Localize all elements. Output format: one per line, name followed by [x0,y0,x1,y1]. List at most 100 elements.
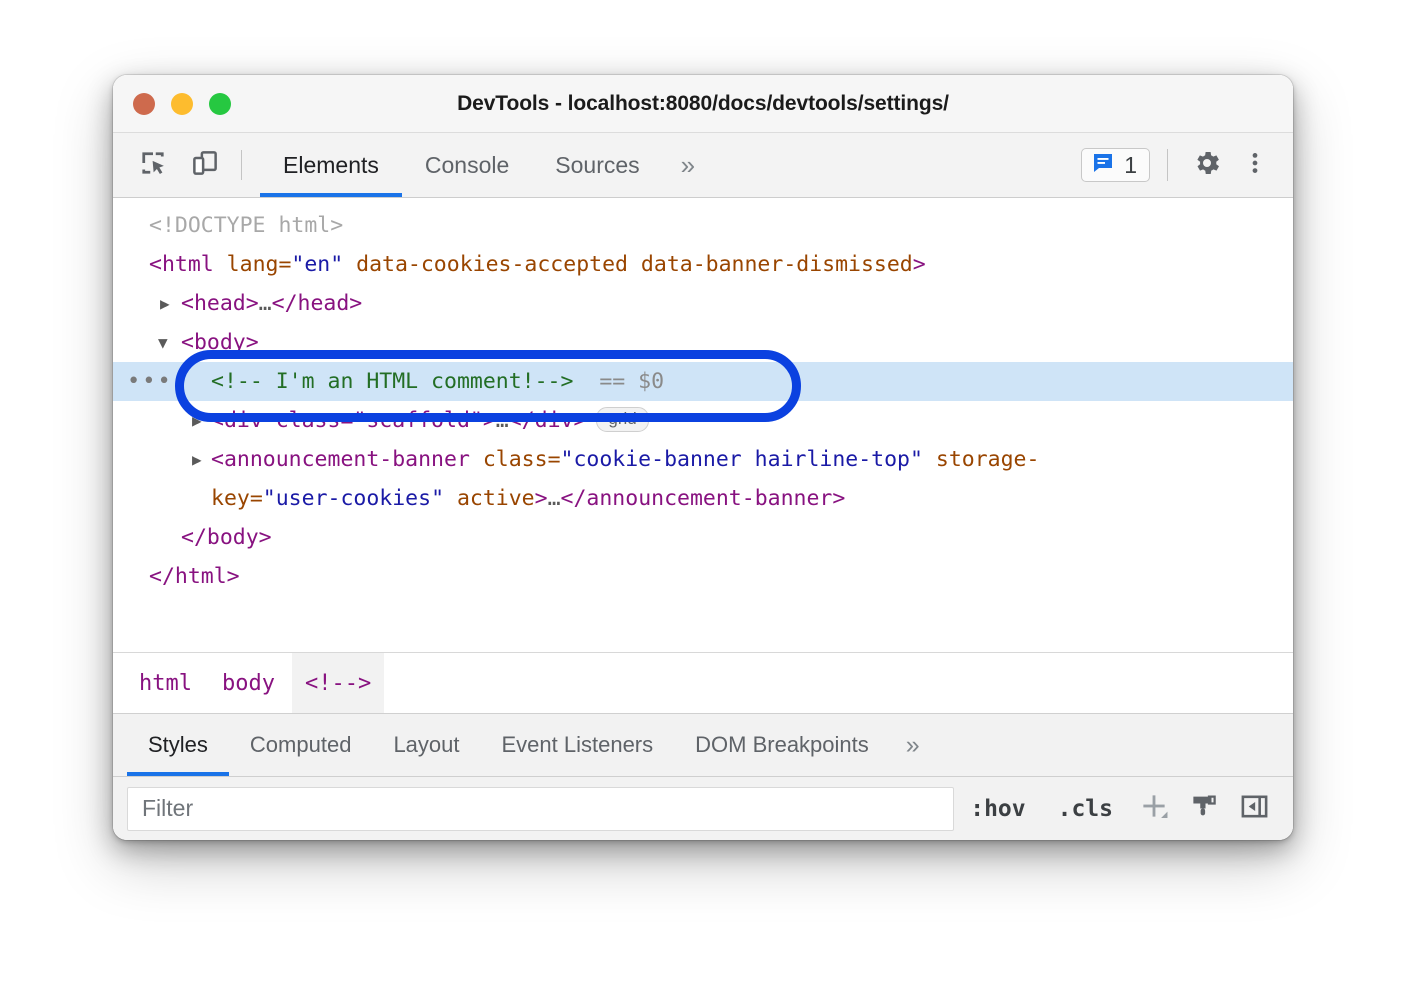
tab-event-listeners[interactable]: Event Listeners [481,714,675,776]
tab-computed-label: Computed [250,732,352,758]
grid-badge[interactable]: grid [596,407,648,432]
toggle-sidebar-icon [1239,791,1270,827]
screenshot-stage: DevTools - localhost:8080/docs/devtools/… [0,0,1404,986]
dom-tree[interactable]: <!DOCTYPE html> <html lang="en" data-coo… [113,198,1293,653]
body-tag-open: <body [181,330,246,355]
more-sidebar-tabs-button[interactable]: » [890,714,936,776]
breadcrumb-item-comment[interactable]: <!--> [292,653,384,713]
toolbar-right-divider [1167,149,1168,181]
dom-row-body-open[interactable]: ▼ <body> [113,323,1293,362]
gear-icon [1192,148,1222,183]
dom-row-announcement-banner-wrap[interactable]: key="user-cookies" active>…</announcemen… [113,479,1293,518]
announcement-banner-ellipsis: … [548,486,561,511]
head-tag-close: </head> [272,291,363,316]
announcement-banner-close-bracket: > [535,486,548,511]
tab-sources[interactable]: Sources [532,133,662,197]
dom-row-doctype[interactable]: <!DOCTYPE html> [113,206,1293,245]
breadcrumb-item-body[interactable]: body [209,653,288,713]
breadcrumb-item-body-label: body [222,671,275,696]
close-window-button[interactable] [133,93,155,115]
chevron-double-right-icon: » [681,150,695,181]
tab-console[interactable]: Console [402,133,532,197]
device-toolbar-button[interactable] [179,133,231,197]
tab-console-label: Console [425,152,509,179]
kebab-menu-icon [1242,150,1268,181]
device-toolbar-icon [190,148,220,183]
html-tag-close-bracket: > [913,252,926,277]
more-panels-button[interactable]: » [663,133,713,197]
collapse-body-triangle[interactable]: ▼ [158,323,168,362]
dom-row-comment[interactable]: ••• <!-- I'm an HTML comment!--> == $0 [113,362,1293,401]
body-closing-tag: </body> [181,525,272,550]
new-style-rule-button[interactable] [1129,787,1179,831]
html-tag-open: <html [149,252,214,277]
cls-button-label: .cls [1058,796,1113,822]
filter-input[interactable] [127,787,954,831]
html-comment-text: <!-- I'm an HTML comment!--> [211,369,573,394]
hov-button-label: :hov [970,796,1025,822]
html-attr-lang-value: "en" [291,252,343,277]
breadcrumb-item-html[interactable]: html [126,653,205,713]
expand-announcement-banner-triangle[interactable]: ▶ [192,440,202,479]
tab-computed[interactable]: Computed [229,714,373,776]
devtools-window: DevTools - localhost:8080/docs/devtools/… [113,75,1293,840]
console-message-count: 1 [1124,154,1137,177]
chevron-double-right-icon: » [906,731,920,760]
tab-styles[interactable]: Styles [127,714,229,776]
row-actions-dots[interactable]: ••• [127,371,173,393]
dom-row-scaffold-div[interactable]: ▶<div class="scaffold">…</div>grid [113,401,1293,440]
announcement-banner-tag: <announcement-banner [211,447,470,472]
scaffold-div-ellipsis: … [496,408,509,433]
tab-layout[interactable]: Layout [372,714,480,776]
expand-head-triangle[interactable]: ▶ [160,284,170,323]
inspect-element-button[interactable] [127,133,179,197]
toolbar-divider [241,150,242,180]
announcement-banner-class-value: "cookie-banner hairline-top" [561,447,923,472]
settings-button[interactable] [1185,143,1229,187]
selected-node-ref [573,369,599,394]
tab-elements-label: Elements [283,152,379,179]
announcement-banner-storage-key-name-part1: storage- [923,447,1040,472]
dom-row-body-close[interactable]: </body> [113,518,1293,557]
tab-elements[interactable]: Elements [260,133,402,197]
tab-dom-breakpoints-label: DOM Breakpoints [695,732,869,758]
dom-row-announcement-banner[interactable]: ▶ <announcement-banner class="cookie-bann… [113,440,1293,479]
inspect-element-icon [138,148,168,183]
breadcrumb-item-html-label: html [139,671,192,696]
html-attr-banner-name: data-banner-dismissed [628,252,913,277]
tab-sources-label: Sources [555,152,639,179]
dom-row-html-open[interactable]: <html lang="en" data-cookies-accepted da… [113,245,1293,284]
body-tag-close-bracket: > [246,330,259,355]
announcement-banner-storage-key-name-part2: key [211,486,250,511]
expand-scaffold-triangle[interactable]: ▶ [192,401,202,440]
selected-node-ref-label: == $0 [599,369,664,394]
console-messages-button[interactable]: 1 [1081,148,1150,182]
announcement-banner-active-attr: active [444,486,535,511]
announcement-banner-class-name: class [470,447,548,472]
minimize-window-button[interactable] [171,93,193,115]
styles-filter-bar: :hov .cls [113,777,1293,840]
computed-style-button[interactable] [1179,787,1229,831]
announcement-banner-class-eq: = [548,447,561,472]
dom-row-head[interactable]: ▶<head>…</head> [113,284,1293,323]
html-attr-lang-name: lang [214,252,279,277]
dom-row-html-close[interactable]: </html> [113,557,1293,596]
sidebar-tabs: Styles Computed Layout Event Listeners D… [113,714,1293,777]
window-titlebar: DevTools - localhost:8080/docs/devtools/… [113,75,1293,133]
more-options-button[interactable] [1233,143,1277,187]
maximize-window-button[interactable] [209,93,231,115]
tab-dom-breakpoints[interactable]: DOM Breakpoints [674,714,890,776]
toggle-sidebar-button[interactable] [1229,787,1279,831]
cls-button[interactable]: .cls [1042,787,1129,831]
paint-brush-icon [1189,791,1219,826]
console-message-icon [1091,151,1115,180]
announcement-banner-storage-key-eq: = [250,486,263,511]
toolbar-right-group: 1 [1081,133,1293,197]
head-tag-open: <head> [181,291,259,316]
window-title: DevTools - localhost:8080/docs/devtools/… [113,92,1293,116]
hov-button[interactable]: :hov [954,787,1041,831]
tab-layout-label: Layout [393,732,459,758]
plus-icon [1137,789,1171,828]
announcement-banner-closing-tag: </announcement-banner> [561,486,846,511]
scaffold-div-close: </div> [509,408,587,433]
